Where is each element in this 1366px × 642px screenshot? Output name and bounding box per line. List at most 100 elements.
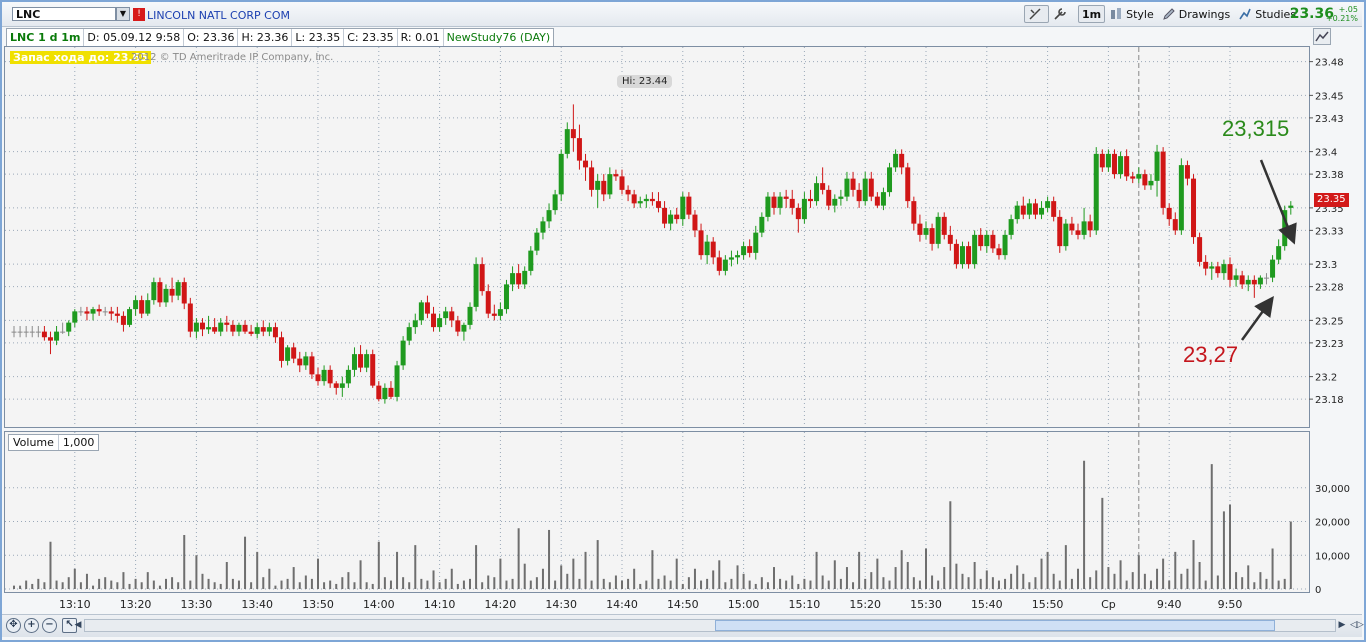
candle-body xyxy=(1148,180,1154,186)
volume-bar xyxy=(803,578,806,589)
candle-body xyxy=(753,232,759,253)
annotation-high-value: 23,315 xyxy=(1222,116,1290,141)
candle-body xyxy=(1087,221,1093,231)
candle-body xyxy=(844,178,850,197)
candle-body xyxy=(291,347,297,359)
volume-bar xyxy=(310,578,313,589)
candle-body xyxy=(941,216,947,235)
volume-bar xyxy=(1192,540,1195,589)
volume-bar xyxy=(67,577,70,589)
price-tick-label: 23.2 xyxy=(1315,373,1337,384)
candle-body xyxy=(224,322,230,325)
candle-body xyxy=(698,230,704,256)
candle-body xyxy=(1251,279,1257,285)
current-price-tag: 23.35 xyxy=(1314,193,1349,207)
candle-body xyxy=(358,354,364,368)
volume-bar xyxy=(912,577,915,589)
price-tick-label: 23.28 xyxy=(1315,283,1344,294)
candle-body xyxy=(959,246,965,265)
volume-bar xyxy=(706,578,709,589)
candle-body xyxy=(1288,205,1294,208)
scroll-right-icon[interactable]: ▶ xyxy=(1336,619,1348,632)
zoom-out-icon[interactable]: − xyxy=(42,618,57,633)
pan-icon[interactable]: ✥ xyxy=(6,618,21,633)
volume-bar xyxy=(213,582,216,589)
candle-body xyxy=(461,324,467,332)
volume-bar xyxy=(985,570,988,589)
volume-bar xyxy=(347,572,350,589)
volume-bar xyxy=(292,567,295,589)
candle-body xyxy=(832,198,838,206)
volume-bar xyxy=(335,583,338,589)
volume-bar xyxy=(13,585,15,589)
volume-bar xyxy=(280,580,283,589)
candle-body xyxy=(285,347,291,361)
volume-bar xyxy=(669,580,672,589)
candle-body xyxy=(11,331,17,333)
volume-bar xyxy=(85,573,88,589)
volume-bar xyxy=(529,580,532,589)
volume-bar xyxy=(511,578,514,589)
volume-title-bar: Volume 1,000 xyxy=(8,434,100,451)
candle-body xyxy=(516,273,522,285)
volume-tick-label: 30,000 xyxy=(1315,484,1350,495)
volume-bar xyxy=(128,583,131,589)
scrollbar-thumb[interactable] xyxy=(715,620,1275,631)
volume-bar xyxy=(736,565,739,589)
candle-body xyxy=(996,248,1002,256)
volume-bar xyxy=(505,580,508,589)
time-scrollbar[interactable] xyxy=(84,619,1336,632)
candle-body xyxy=(90,309,96,314)
volume-bar xyxy=(225,562,228,589)
volume-bar xyxy=(134,578,137,589)
volume-bar xyxy=(1022,573,1025,589)
candle-body xyxy=(1203,261,1209,269)
candle-body xyxy=(108,311,114,314)
volume-bar xyxy=(760,577,763,589)
candle-body xyxy=(722,259,728,271)
volume-tick-label: 10,000 xyxy=(1315,551,1350,562)
candle-body xyxy=(364,354,370,368)
candle-body xyxy=(175,282,181,296)
candle-body xyxy=(911,201,917,224)
candle-body xyxy=(467,306,473,325)
candle-body xyxy=(272,327,278,338)
volume-bar xyxy=(469,578,471,589)
candle-body xyxy=(279,337,285,361)
volume-bar xyxy=(499,558,502,589)
volume-bar xyxy=(973,562,976,589)
candle-body xyxy=(503,284,509,310)
candle-body xyxy=(127,309,133,325)
candle-body xyxy=(631,194,637,204)
candle-body xyxy=(710,241,716,258)
volume-bar xyxy=(98,578,101,589)
volume-bar xyxy=(1204,580,1207,589)
volume-bar xyxy=(1283,578,1286,589)
volume-bar xyxy=(383,577,386,589)
x-tick-label: 9:40 xyxy=(1157,598,1182,611)
candle-body xyxy=(1130,176,1136,179)
candle-body xyxy=(1118,156,1124,175)
volume-bar xyxy=(809,580,812,589)
x-tick-label: 14:20 xyxy=(485,598,517,611)
candle-body xyxy=(1245,279,1251,285)
volume-bar xyxy=(323,582,326,589)
volume-bar xyxy=(1058,580,1061,589)
volume-bar xyxy=(55,580,58,589)
volume-bar xyxy=(1241,577,1244,589)
volume-bar xyxy=(876,558,879,589)
candle-body xyxy=(692,214,698,231)
candle-body xyxy=(795,207,801,220)
candle-body xyxy=(1160,151,1166,208)
x-tick-label: 13:30 xyxy=(181,598,213,611)
expand-icon[interactable]: ◁▷ xyxy=(1350,619,1364,632)
volume-bar xyxy=(1198,562,1201,589)
x-tick-label: 15:20 xyxy=(849,598,881,611)
volume-bar xyxy=(693,568,696,589)
candle-body xyxy=(260,327,266,332)
zoom-in-icon[interactable]: + xyxy=(24,618,39,633)
scroll-left-icon[interactable]: ◀ xyxy=(72,619,84,632)
candle-body xyxy=(783,196,789,199)
candle-body xyxy=(297,358,303,366)
candle-body xyxy=(990,234,996,249)
